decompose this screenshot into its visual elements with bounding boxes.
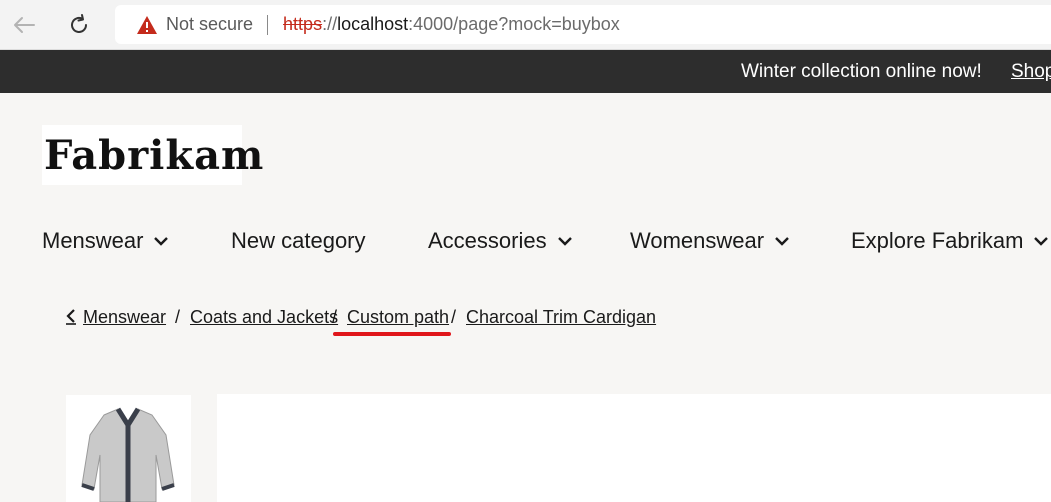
address-bar[interactable]: Not secure https://localhost:4000/page?m… (115, 5, 1051, 44)
breadcrumb-link-charcoal-trim-cardigan[interactable]: Charcoal Trim Cardigan (466, 307, 656, 328)
nav-item-menswear[interactable]: Menswear (42, 228, 169, 254)
nav-item-new-category[interactable]: New category (231, 228, 366, 254)
promo-message: Winter collection online now! (741, 61, 982, 82)
highlight-underline (333, 332, 451, 336)
back-button[interactable] (9, 10, 39, 40)
nav-item-label: Explore Fabrikam (851, 228, 1024, 253)
url-protocol: https (283, 14, 323, 34)
product-thumbnail[interactable] (66, 395, 191, 502)
breadcrumb-separator: / (332, 307, 338, 327)
chevron-down-icon (1033, 235, 1049, 247)
nav-item-label: New category (231, 228, 366, 253)
breadcrumb-link-coats-and-jackets[interactable]: Coats and Jackets (190, 307, 338, 328)
breadcrumb-separator: / (451, 307, 457, 327)
back-arrow-icon (14, 17, 35, 33)
nav-item-accessories[interactable]: Accessories (428, 228, 573, 254)
divider (267, 14, 269, 35)
security-status[interactable]: Not secure (166, 14, 253, 35)
nav-item-label: Womenswear (630, 228, 765, 253)
breadcrumb-link-menswear[interactable]: Menswear (83, 307, 166, 328)
buy-box-panel (217, 394, 1051, 502)
breadcrumb-link-custom-path[interactable]: Custom path (347, 307, 449, 328)
main-navigation: Menswear New category Accessories Womens… (0, 228, 1051, 262)
nav-item-label: Menswear (42, 228, 144, 253)
url-path: :4000/page?mock=buybox (408, 14, 620, 34)
warning-icon[interactable] (136, 15, 158, 35)
nav-item-label: Accessories (428, 228, 547, 253)
url-host: localhost (337, 14, 409, 34)
promo-shop-link[interactable]: Shop (1011, 61, 1051, 83)
logo-text: Fabrikam (44, 131, 265, 179)
nav-item-womenswear[interactable]: Womenswear (630, 228, 790, 254)
reload-icon (71, 14, 87, 33)
chevron-down-icon (153, 235, 169, 247)
brand-logo[interactable]: Fabrikam (42, 125, 263, 185)
promo-banner: Winter collection online now! Shop (0, 50, 1051, 93)
browser-toolbar: Not secure https://localhost:4000/page?m… (0, 0, 1051, 50)
breadcrumb-separator: / (175, 307, 181, 327)
nav-item-explore-fabrikam[interactable]: Explore Fabrikam (851, 228, 1049, 254)
chevron-down-icon (557, 235, 573, 247)
chevron-left-icon[interactable] (65, 308, 77, 326)
url-separator: :// (322, 14, 338, 34)
reload-button[interactable] (64, 10, 94, 40)
chevron-down-icon (774, 235, 790, 247)
url-text[interactable]: https://localhost:4000/page?mock=buybox (283, 14, 620, 35)
cardigan-image (81, 407, 175, 502)
